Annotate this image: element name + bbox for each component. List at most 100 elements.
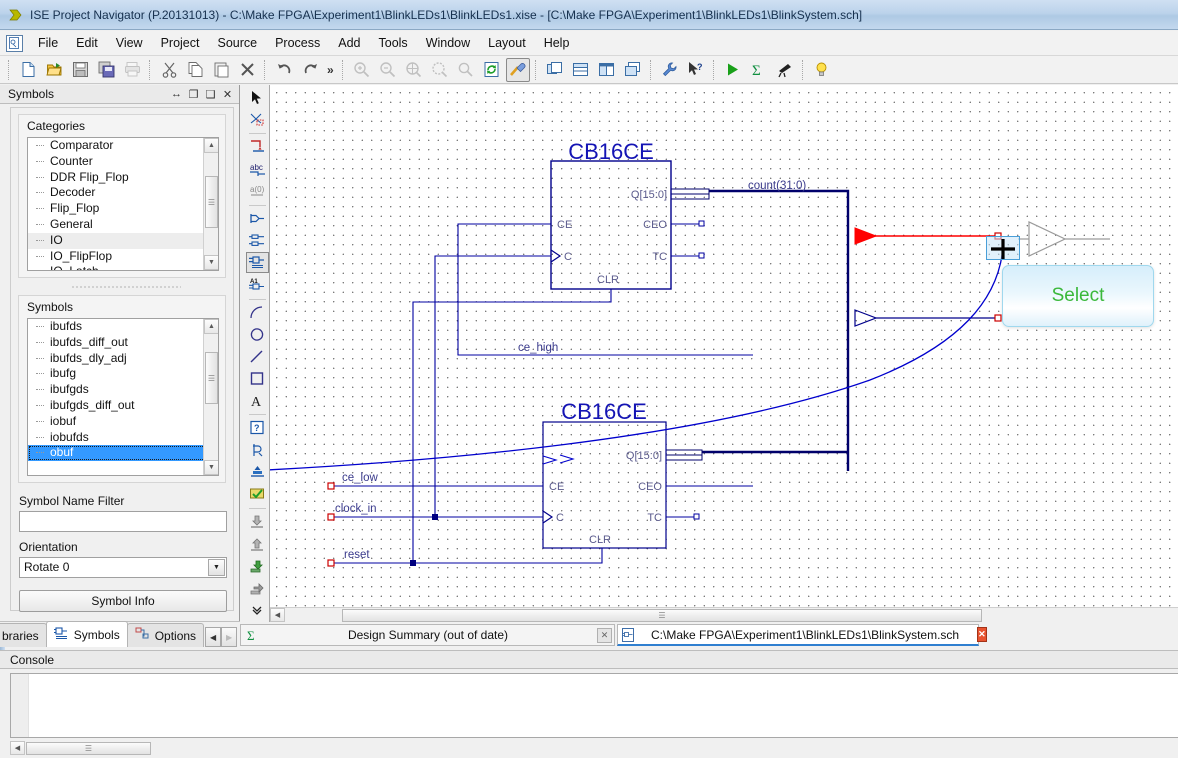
category-item[interactable]: Flip_Flop	[28, 201, 218, 217]
cascade-windows-icon[interactable]	[543, 58, 567, 82]
undo-icon[interactable]	[272, 58, 296, 82]
implement-design-icon[interactable]	[505, 57, 530, 82]
push-down-tool[interactable]	[246, 511, 269, 532]
push-into-symbol-tool[interactable]	[246, 462, 269, 483]
console-output[interactable]	[10, 673, 1178, 738]
draw-arc-tool[interactable]	[246, 302, 269, 323]
float-panel-icon[interactable]: ↔	[169, 87, 184, 102]
draw-line-tool[interactable]	[246, 346, 269, 367]
close-icon[interactable]: ✕	[597, 627, 612, 643]
cut-icon[interactable]	[157, 58, 181, 82]
view-tab-design-summary[interactable]: Σ Design Summary (out of date) ✕	[240, 624, 615, 646]
add-io-marker-tool[interactable]	[246, 208, 269, 229]
refresh-icon[interactable]	[480, 58, 504, 82]
categories-scrollbar[interactable]: ▲ ☰ ▼	[203, 138, 218, 270]
select-tool[interactable]	[246, 87, 269, 108]
canvas-horizontal-scrollbar[interactable]: ◀ ☰	[270, 607, 1178, 622]
save-all-icon[interactable]	[94, 58, 118, 82]
open-file-icon[interactable]	[42, 58, 66, 82]
close-panel-icon[interactable]: ✕	[220, 87, 235, 102]
new-window-icon[interactable]	[621, 58, 645, 82]
more-tools[interactable]	[246, 600, 269, 621]
scroll-up-icon[interactable]: ▲	[204, 138, 218, 153]
pop-up-tool[interactable]	[246, 533, 269, 554]
menu-source[interactable]: Source	[208, 33, 266, 53]
splitter-handle[interactable]	[71, 285, 181, 290]
chevron-down-icon[interactable]: ▼	[208, 559, 225, 576]
buffer-lower[interactable]	[854, 309, 1002, 327]
new-file-icon[interactable]	[16, 58, 40, 82]
menu-project[interactable]: Project	[152, 33, 209, 53]
draw-rectangle-tool[interactable]	[246, 368, 269, 389]
check-marker-tool[interactable]	[246, 484, 269, 505]
smart-guide-bulb-icon[interactable]	[810, 58, 834, 82]
menu-add[interactable]: Add	[329, 33, 369, 53]
symbol-wizard-tool[interactable]	[245, 252, 269, 274]
scroll-left-icon[interactable]: ◀	[270, 608, 285, 622]
category-item[interactable]: Decoder	[28, 185, 218, 201]
tile-vertically-icon[interactable]	[595, 58, 619, 82]
context-help-icon[interactable]: ?	[684, 58, 708, 82]
category-item[interactable]: General	[28, 217, 218, 233]
dock-tabs-scroll-left-icon[interactable]: ◀	[205, 627, 222, 647]
scrollbar-thumb[interactable]: ☰	[26, 742, 151, 755]
menu-layout[interactable]: Layout	[479, 33, 535, 53]
tab-symbols[interactable]: Symbols	[45, 621, 128, 647]
category-item[interactable]: IO_FlipFlop	[28, 249, 218, 265]
symbol-name-filter-input[interactable]	[19, 511, 227, 532]
close-icon[interactable]: ✕	[977, 627, 987, 642]
scroll-up-icon[interactable]: ▲	[204, 319, 218, 334]
menu-file[interactable]: File	[29, 33, 67, 53]
maximize-panel-icon[interactable]: ❐	[186, 87, 201, 102]
category-item[interactable]: IO_Latch	[28, 264, 218, 270]
block-cb16ce-top[interactable]: CB16CE Q[15:0] CEO TC CE C CLR	[550, 139, 672, 290]
symbol-item[interactable]: ibufds_dly_adj	[28, 351, 218, 367]
menu-process[interactable]: Process	[266, 33, 329, 53]
toolbar-overflow-button[interactable]: »	[323, 63, 338, 77]
paste-icon[interactable]	[209, 58, 233, 82]
delete-icon[interactable]	[235, 58, 259, 82]
symbol-item[interactable]: iobuf	[28, 414, 218, 430]
add-net-name-tool[interactable]: abc	[246, 159, 269, 180]
menu-edit[interactable]: Edit	[67, 33, 107, 53]
draw-circle-tool[interactable]	[246, 324, 269, 345]
symbol-item-obuf[interactable]: obuf	[28, 445, 216, 462]
category-item[interactable]: Counter	[28, 154, 218, 170]
add-instance-name-tool[interactable]: A1	[246, 274, 269, 295]
symbols-scrollbar[interactable]: ▲ ☰ ▼	[203, 319, 218, 475]
symbols-listbox[interactable]: ibufds ibufds_diff_out ibufds_dly_adj ib…	[27, 318, 219, 476]
document-properties-icon[interactable]	[6, 34, 23, 52]
check-schematic-tool[interactable]: ?	[246, 417, 269, 438]
redo-icon[interactable]	[298, 58, 322, 82]
create-symbol-tool[interactable]	[246, 440, 269, 461]
planahead-telescope-icon[interactable]	[773, 58, 797, 82]
scroll-down-icon[interactable]: ▼	[204, 255, 218, 270]
tab-libraries[interactable]: braries	[0, 623, 47, 647]
dock-tabs-scroll-right-icon[interactable]: ▶	[221, 627, 238, 647]
view-tab-blinksystem-sch[interactable]: C:\Make FPGA\Experiment1\BlinkLEDs1\Blin…	[617, 624, 987, 646]
dock-panel-icon[interactable]: ❑	[203, 87, 218, 102]
category-item[interactable]: Comparator	[28, 138, 218, 154]
orientation-combobox[interactable]: Rotate 0 ▼	[19, 557, 227, 578]
import-tool[interactable]	[246, 555, 269, 576]
tab-options[interactable]: Options	[126, 623, 205, 647]
add-symbol-tool[interactable]	[246, 109, 269, 130]
scroll-left-icon[interactable]: ◀	[10, 741, 25, 755]
add-bus-tap-tool[interactable]: a(0)	[246, 181, 269, 202]
add-text-tool[interactable]: A	[246, 390, 269, 411]
category-item[interactable]: DDR Flip_Flop	[28, 170, 218, 186]
symbol-item[interactable]: ibufg	[28, 366, 218, 382]
symbol-info-button[interactable]: Symbol Info	[19, 590, 227, 612]
symbol-item[interactable]: ibufgds	[28, 382, 218, 398]
symbol-item[interactable]: ibufds	[28, 319, 218, 335]
selected-net-red[interactable]	[854, 227, 1002, 245]
menu-view[interactable]: View	[107, 33, 152, 53]
export-tool[interactable]	[246, 578, 269, 599]
menu-help[interactable]: Help	[535, 33, 579, 53]
console-horizontal-scrollbar[interactable]: ◀ ☰	[10, 741, 1178, 756]
menu-window[interactable]: Window	[417, 33, 479, 53]
block-cb16ce-bottom[interactable]: CB16CE Q[15:0] CEO TC CE C CLR	[542, 399, 667, 549]
add-wire-tool[interactable]	[246, 136, 269, 157]
preferences-wrench-icon[interactable]	[658, 58, 682, 82]
schematic-canvas[interactable]: CB16CE Q[15:0] CEO TC CE C CLR CB16CE Q[…	[270, 85, 1178, 607]
